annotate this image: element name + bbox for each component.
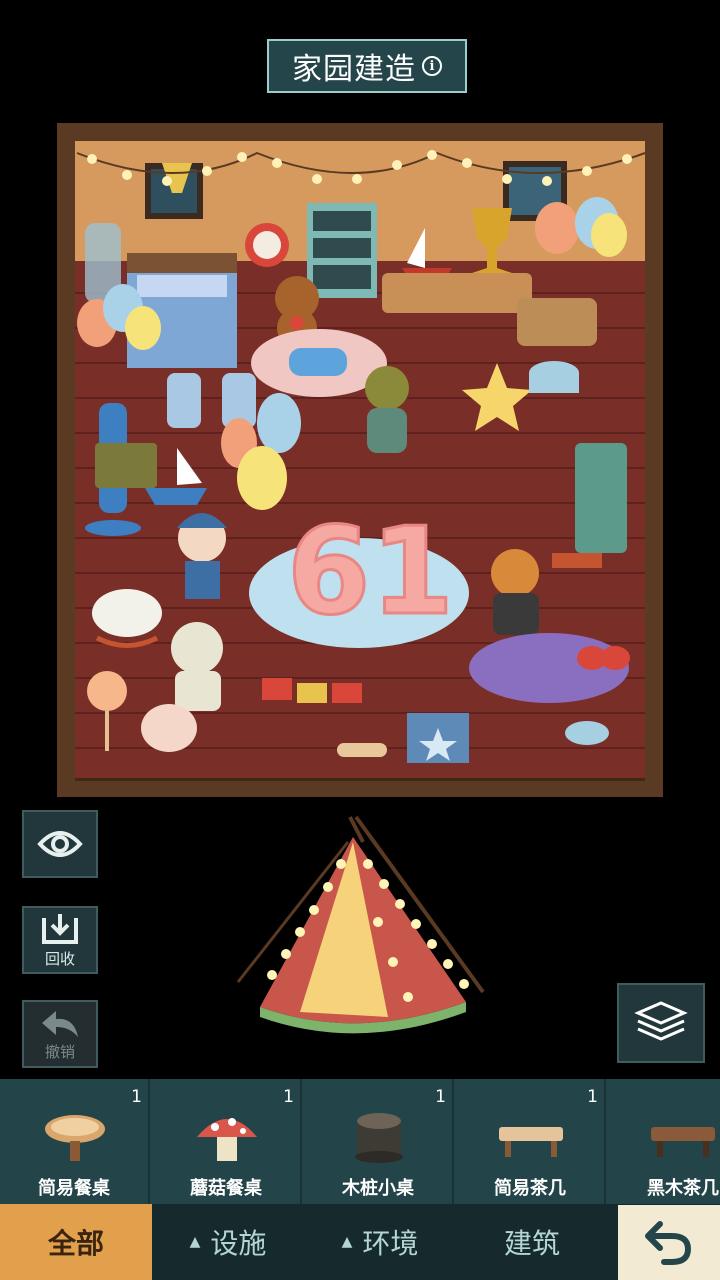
item-count: 1 [587, 1087, 598, 1107]
item-count: 1 [131, 1087, 142, 1107]
home-room-scene[interactable]: 61 [57, 123, 663, 797]
mushroom-table-icon [197, 1118, 257, 1161]
round-table [469, 633, 629, 703]
black-wood-tea-table-icon [651, 1127, 715, 1157]
pirate-duck [171, 622, 223, 711]
item-simple-tea-table[interactable]: 1 简易茶几 [456, 1079, 606, 1204]
recycle-label: 回收 [44, 949, 75, 968]
item-stump-table[interactable]: 1 木桩小桌 [304, 1079, 454, 1204]
tab-all[interactable]: 全部 [0, 1204, 152, 1280]
item-shelf: 1 简易餐桌 1 蘑菇餐桌 1 木桩小桌 1 简易茶几 黑木茶几 [0, 1079, 720, 1204]
teepee-tent[interactable] [228, 812, 498, 1052]
tab-label: 设施 [210, 1227, 267, 1260]
undo-icon [42, 1010, 78, 1037]
simple-tea-table-icon [499, 1127, 563, 1157]
balloon-number: 61 [287, 503, 454, 642]
item-name: 木桩小桌 [342, 1178, 414, 1199]
title-text: 家园建造 [292, 52, 416, 87]
tab-buildings[interactable]: 建筑 [456, 1204, 608, 1280]
tab-label: 全部 [47, 1227, 104, 1260]
undo-button[interactable]: 撤销 [22, 1000, 98, 1068]
simple-dining-table-icon [45, 1115, 105, 1161]
item-simple-dining-table[interactable]: 1 简易餐桌 [0, 1079, 150, 1204]
toy-car [289, 348, 347, 376]
item-count: 1 [435, 1087, 446, 1107]
stump-table-icon [355, 1113, 403, 1163]
return-button[interactable] [618, 1205, 720, 1280]
item-name: 简易餐桌 [38, 1178, 110, 1199]
tab-label: 环境 [362, 1227, 419, 1260]
category-tabs: 全部 ▲ 设施 ▲ 环境 建筑 [0, 1204, 720, 1280]
preview-button[interactable] [22, 810, 98, 878]
tab-facilities[interactable]: ▲ 设施 [152, 1204, 304, 1280]
item-mushroom-table[interactable]: 1 蘑菇餐桌 [152, 1079, 302, 1204]
tab-label: 建筑 [503, 1227, 560, 1260]
item-black-wood-tea-table[interactable]: 黑木茶几 [608, 1079, 720, 1204]
page-title: 家园建造 i [267, 39, 467, 93]
info-icon[interactable]: i [422, 56, 442, 76]
layers-button[interactable] [617, 983, 705, 1063]
eye-icon [37, 831, 83, 857]
layers-icon [634, 1001, 688, 1041]
caret-up-icon: ▲ [189, 1234, 201, 1250]
fridge [575, 443, 627, 553]
item-name: 黑木茶几 [647, 1178, 719, 1199]
item-name: 简易茶几 [494, 1178, 566, 1199]
recycle-button[interactable]: 回收 [22, 906, 98, 974]
item-name: 蘑菇餐桌 [190, 1178, 262, 1199]
tab-environment[interactable]: ▲ 环境 [304, 1204, 456, 1280]
undo-label: 撤销 [44, 1042, 75, 1061]
item-count: 1 [283, 1087, 294, 1107]
caret-up-icon: ▲ [341, 1234, 353, 1250]
return-icon [645, 1220, 692, 1265]
recycle-icon [42, 913, 78, 944]
